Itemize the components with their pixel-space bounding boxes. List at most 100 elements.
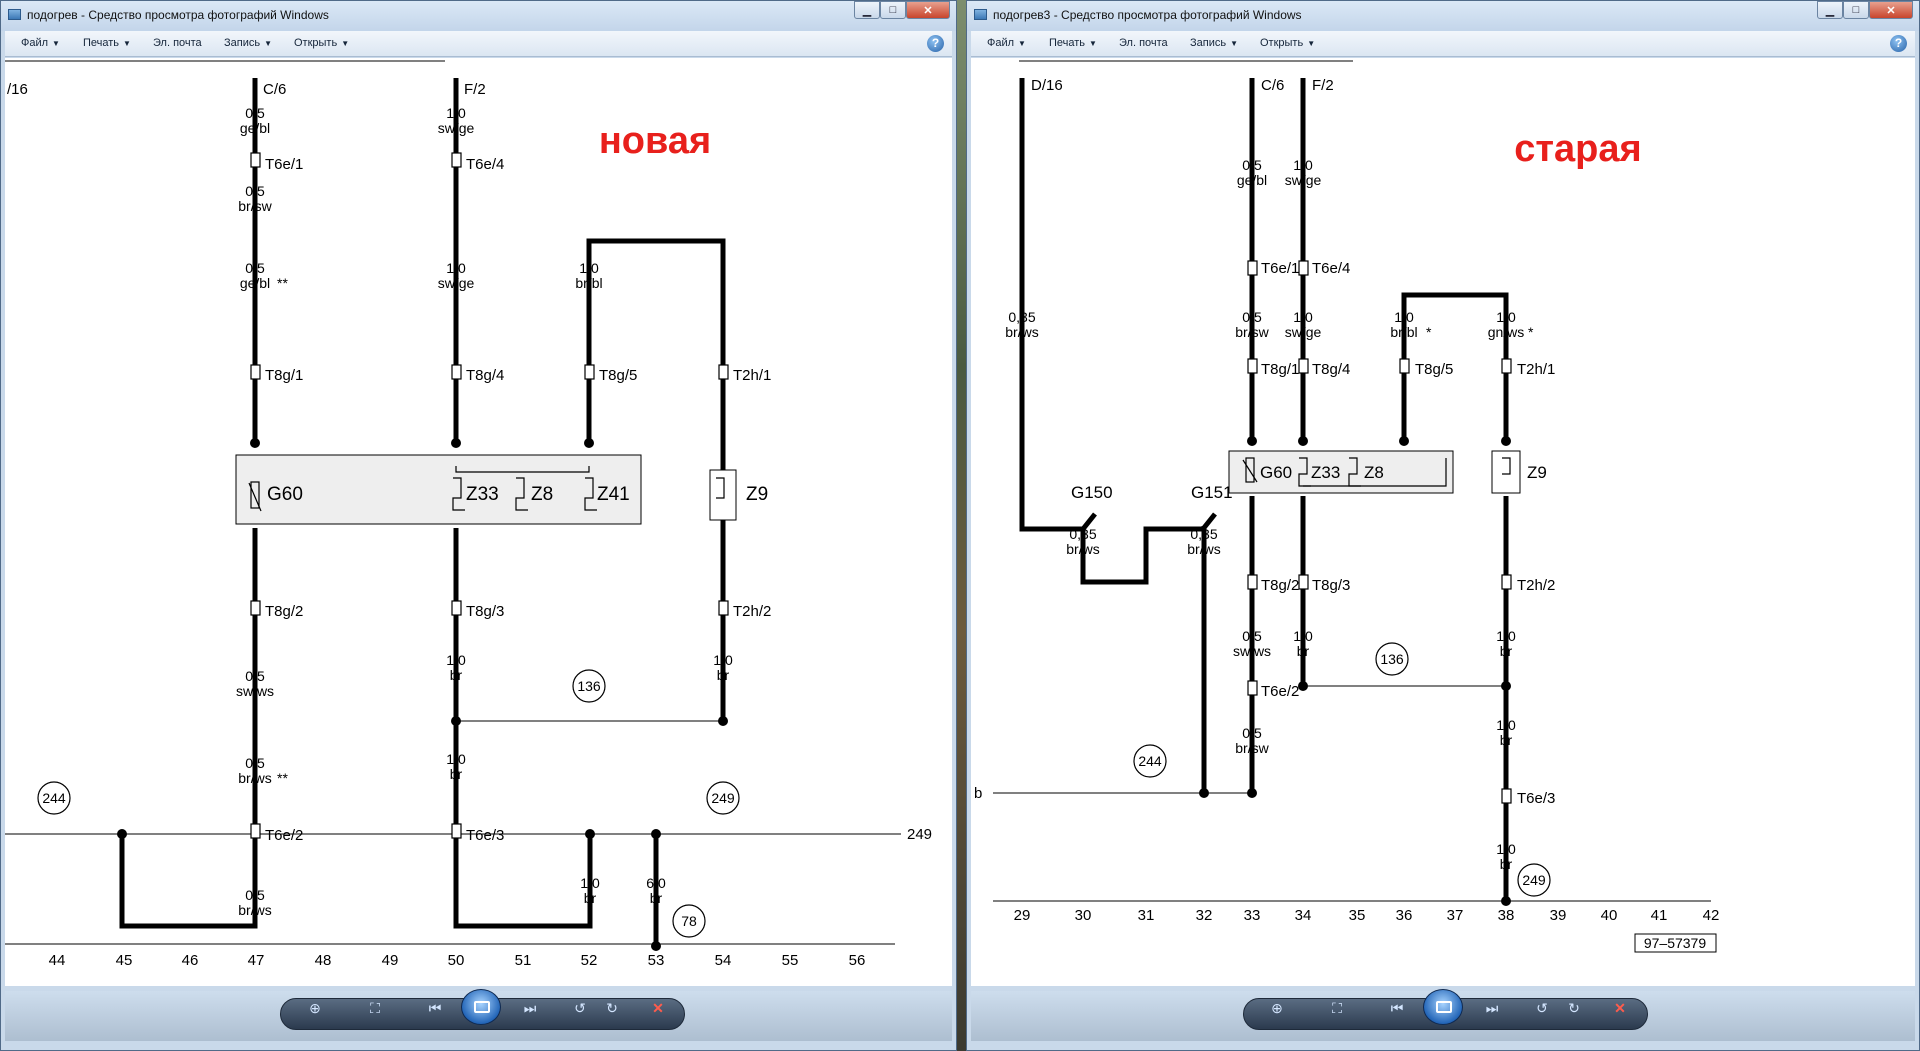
menu-open[interactable]: Открыть ▼ [294,37,349,49]
title-bar[interactable]: подогрев - Средство просмотра фотографий… [1,1,956,31]
menu-print[interactable]: Печать ▼ [1049,37,1097,49]
next-icon[interactable]: ⏭ [520,999,540,1017]
wire-label: br/ws [1187,541,1220,557]
connector-label: T6e/3 [1517,790,1555,807]
minimize-button[interactable]: ▁ [1817,1,1843,19]
connector-symbol [451,600,462,616]
ref-circles [37,669,740,938]
wire-label: sw/ge [1285,172,1322,188]
component-label: Z9 [746,484,768,505]
component-label: G60 [1260,463,1292,482]
photo-viewer-icon [8,9,21,20]
axis-number: 50 [448,952,465,969]
connector-label: T8g/4 [1312,361,1350,378]
ref-number: 249 [1522,872,1546,888]
component-label: Z41 [597,484,630,505]
window-title: подогрев3 - Средство просмотра фотографи… [993,8,1302,22]
menu-burn[interactable]: Запись ▼ [224,37,272,49]
connector-symbol [1501,788,1512,804]
close-button[interactable]: ✕ [1869,1,1913,19]
ref-number: 136 [577,678,601,694]
connector-label: T8g/5 [1415,361,1453,378]
menu-burn[interactable]: Запись ▼ [1190,37,1238,49]
axis-number: 34 [1295,907,1312,924]
help-icon[interactable]: ? [1890,35,1907,52]
wire-label: 0,5 [245,183,265,199]
rotate-right-icon[interactable]: ↻ [1564,999,1584,1017]
wire-label: br/ws [1005,324,1038,340]
connector-label: T8g/1 [1261,361,1299,378]
maximize-button[interactable]: □ [1843,1,1869,19]
ref-number: 249 [711,790,735,806]
wire-label: 0,35 [1069,526,1096,542]
close-button[interactable]: ✕ [906,1,950,19]
wire-label: br/sw [238,198,272,214]
junction-dot [1199,788,1209,798]
wire-label: br/sw [1235,324,1269,340]
slideshow-button[interactable] [461,989,501,1025]
menu-print-label: Печать [83,37,120,49]
wire-label: 1,0 [1394,309,1414,325]
axis-number: 53 [648,952,665,969]
actual-size-icon[interactable]: ⛶ [365,999,385,1017]
connector-symbol [1501,574,1512,590]
wire-label: 0,5 [245,887,265,903]
slideshow-button[interactable] [1423,989,1463,1025]
connector-label: T8g/3 [1312,577,1350,594]
maximize-button[interactable]: □ [880,1,906,19]
menu-open[interactable]: Открыть ▼ [1260,37,1315,49]
wiring-diagram-new: новая 44 45 46 47 48 49 50 51 52 53 54 55 56 C/6 F/2 T6e… [5,60,932,969]
menu-email[interactable]: Эл. почта [153,37,202,49]
wire-label: br/bl [1390,324,1417,340]
previous-icon[interactable]: ⏮ [1387,999,1407,1017]
rotate-left-icon[interactable]: ↺ [1532,999,1552,1017]
rotate-left-icon[interactable]: ↺ [570,999,590,1017]
axis-number: 31 [1138,907,1155,924]
minimize-button[interactable]: ▁ [854,1,880,19]
actual-size-icon[interactable]: ⛶ [1327,999,1347,1017]
junction-dot [117,829,127,839]
menu-file[interactable]: Файл ▼ [987,37,1026,49]
wire-label: br [450,667,463,683]
connector-symbol [718,600,729,616]
chevron-down-icon: ▼ [1089,39,1097,48]
connector-symbol [451,364,462,380]
chevron-down-icon: ▼ [52,39,60,48]
wire-label: ge/bl [1237,172,1267,188]
title-bar[interactable]: подогрев3 - Средство просмотра фотографи… [967,1,1919,31]
wire-label: 0,5 [1242,628,1262,644]
wire-label: sw/ge [1285,324,1322,340]
menu-burn-label: Запись [1190,37,1227,49]
connector-label: T6e/2 [1261,683,1299,700]
axis-number: 44 [49,952,66,969]
component-label: G150 [1071,483,1113,502]
doc-number: 97–57379 [1644,935,1707,951]
help-icon[interactable]: ? [927,35,944,52]
component-label: Z9 [1527,463,1547,482]
wire-label: br [1500,856,1513,872]
axis-number: 54 [715,952,732,969]
next-icon[interactable]: ⏭ [1482,999,1502,1017]
axis-number: 49 [382,952,399,969]
wire-label: ge/bl [240,120,270,136]
previous-icon[interactable]: ⏮ [425,999,445,1017]
connector-label: T2h/2 [1517,577,1555,594]
wire-label: br [717,667,730,683]
connector-label: T6e/3 [466,827,504,844]
menu-file[interactable]: Файл ▼ [21,37,60,49]
wire-label: 0,5 [1242,725,1262,741]
zoom-icon[interactable]: ⊕ [1267,999,1287,1017]
rotate-right-icon[interactable]: ↻ [602,999,622,1017]
menu-print[interactable]: Печать ▼ [83,37,131,49]
wire-label: 1,0 [446,260,466,276]
connector-label: T6e/4 [466,156,504,173]
ref-circles [1133,642,1551,897]
overlay-label: старая [1514,128,1641,170]
zoom-icon[interactable]: ⊕ [305,999,325,1017]
component-label: G151 [1191,483,1233,502]
delete-icon[interactable]: ✕ [648,999,668,1017]
connector-label: T8g/2 [265,603,303,620]
connector-label: T8g/5 [599,367,637,384]
menu-email[interactable]: Эл. почта [1119,37,1168,49]
delete-icon[interactable]: ✕ [1610,999,1630,1017]
